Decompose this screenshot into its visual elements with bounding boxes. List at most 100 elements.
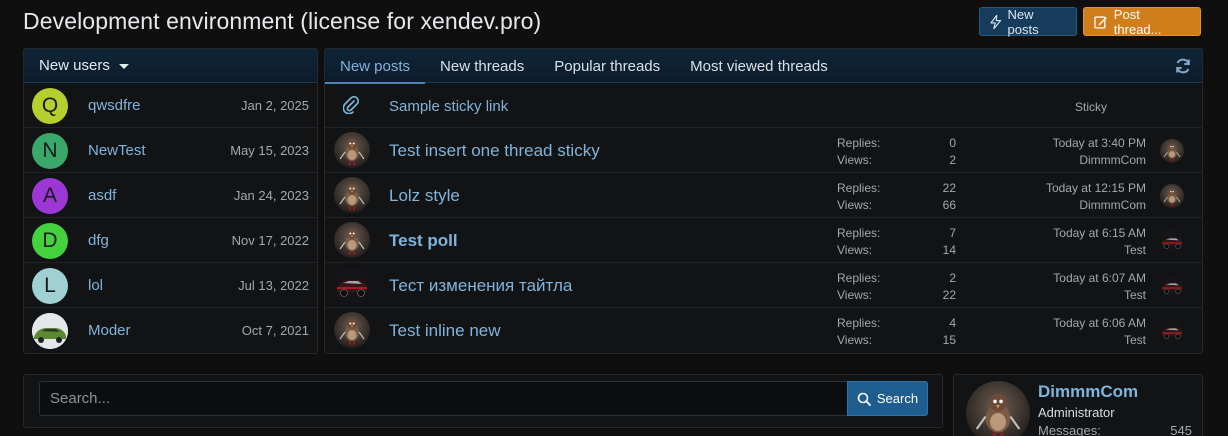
tab-popular-threads[interactable]: Popular threads <box>539 49 675 83</box>
page-title: Development environment (license for xen… <box>23 8 542 34</box>
thread-list: Test insert one thread sticky Replies: 0 Vi… <box>325 128 1202 353</box>
avatar-initial: Q <box>41 94 59 117</box>
thread-row: Тест изменения тайтла Replies: 2 Views: 22 To… <box>325 263 1202 308</box>
thread-title-link[interactable]: Test inline new <box>389 321 501 341</box>
user-name-link[interactable]: dfg <box>88 232 109 249</box>
member-name[interactable]: DimmmCom <box>1038 382 1138 402</box>
thread-author-avatar[interactable] <box>334 222 370 258</box>
views-label: Views: <box>837 153 873 167</box>
views-count: 22 <box>942 288 956 302</box>
thread-author-avatar[interactable] <box>334 267 370 303</box>
last-post-user[interactable]: Test <box>1124 243 1146 257</box>
thread-author-avatar[interactable] <box>334 132 370 168</box>
last-post-time[interactable]: Today at 12:15 PM <box>1046 181 1146 195</box>
thread-tabs: New posts New threads Popular threads Most … <box>325 49 1202 84</box>
last-post-user[interactable]: Test <box>1124 288 1146 302</box>
last-poster-avatar[interactable] <box>1160 184 1184 208</box>
user-name-link[interactable]: NewTest <box>88 142 146 159</box>
views-count: 15 <box>942 333 956 347</box>
search-button[interactable]: Search <box>847 381 928 416</box>
sticky-link-title[interactable]: Sample sticky link <box>389 98 508 115</box>
replies-count: 22 <box>942 181 956 195</box>
user-avatar[interactable]: Q <box>32 88 68 124</box>
user-avatar[interactable]: A <box>32 178 68 214</box>
member-avatar[interactable] <box>966 381 1030 436</box>
user-row: Moder Oct 7, 2021 <box>24 308 317 353</box>
member-messages-value: 545 <box>1170 423 1192 436</box>
post-thread-button[interactable]: Post thread... <box>1083 6 1201 37</box>
refresh-icon[interactable] <box>1174 57 1192 75</box>
thread-title-link[interactable]: Тест изменения тайтла <box>389 276 572 296</box>
thread-title-link[interactable]: Lolz style <box>389 186 460 206</box>
user-name-link[interactable]: qwsdfre <box>88 97 141 114</box>
member-card: DimmmCom Administrator Messages: 545 <box>953 374 1203 436</box>
replies-label: Replies: <box>837 316 881 330</box>
views-label: Views: <box>837 333 873 347</box>
sticky-badge: Sticky <box>1075 100 1108 114</box>
user-row: Llol Jul 13, 2022 <box>24 263 317 308</box>
thread-row: Test insert one thread sticky Replies: 0 Vi… <box>325 128 1202 173</box>
views-count: 14 <box>942 243 956 257</box>
user-join-date: Jan 24, 2023 <box>233 188 309 203</box>
paperclip-icon <box>343 96 359 114</box>
tab-most-viewed-threads[interactable]: Most viewed threads <box>675 49 843 83</box>
last-post-time[interactable]: Today at 6:07 AM <box>1053 271 1146 285</box>
thread-row: Test poll Replies: 7 Views: 14 Today at 6:15 … <box>325 218 1202 263</box>
thread-author-avatar[interactable] <box>334 312 370 348</box>
user-name-link[interactable]: lol <box>88 277 103 294</box>
last-post-time[interactable]: Today at 6:15 AM <box>1053 226 1146 240</box>
replies-label: Replies: <box>837 181 881 195</box>
user-row: Ddfg Nov 17, 2022 <box>24 218 317 263</box>
user-name-link[interactable]: asdf <box>88 187 116 204</box>
thread-author-avatar[interactable] <box>334 177 370 213</box>
thread-row: Lolz style Replies: 22 Views: 66 Today at 12:… <box>325 173 1202 218</box>
user-avatar[interactable]: N <box>32 133 68 169</box>
user-join-date: May 15, 2023 <box>230 143 309 158</box>
last-poster-avatar[interactable] <box>1160 274 1184 298</box>
tab-new-threads[interactable]: New threads <box>425 49 539 83</box>
new-users-dropdown[interactable]: New users <box>24 49 317 83</box>
user-row: N NewTest May 15, 2023 <box>24 128 317 173</box>
user-avatar[interactable]: D <box>32 223 68 259</box>
views-label: Views: <box>837 288 873 302</box>
views-count: 2 <box>949 153 956 167</box>
user-join-date: Nov 17, 2022 <box>231 233 309 248</box>
user-avatar[interactable]: L <box>32 268 68 304</box>
replies-label: Replies: <box>837 136 881 150</box>
last-poster-avatar[interactable] <box>1160 319 1184 343</box>
user-avatar[interactable] <box>32 313 68 349</box>
avatar-initial: N <box>42 139 58 162</box>
last-post-user[interactable]: DimmmCom <box>1079 153 1146 167</box>
sticky-link-row: Sample sticky link Sticky <box>325 83 1202 128</box>
thread-row: Test inline new Replies: 4 Views: 15 Today at… <box>325 308 1202 353</box>
edit-icon <box>1094 15 1107 29</box>
replies-count: 4 <box>949 316 956 330</box>
user-row: Aasdf Jan 24, 2023 <box>24 173 317 218</box>
last-post-user[interactable]: Test <box>1124 333 1146 347</box>
last-post-time[interactable]: Today at 3:40 PM <box>1053 136 1146 150</box>
user-join-date: Jul 13, 2022 <box>238 278 309 293</box>
last-poster-avatar[interactable] <box>1160 229 1184 253</box>
replies-count: 7 <box>949 226 956 240</box>
search-button-label: Search <box>876 391 919 406</box>
views-count: 66 <box>942 198 956 212</box>
thread-title-link[interactable]: Test insert one thread sticky <box>389 141 600 161</box>
post-thread-label: Post thread... <box>1113 6 1162 37</box>
threads-widget: New posts New threads Popular threads Most … <box>324 48 1203 354</box>
user-name-link[interactable]: Moder <box>88 322 131 339</box>
last-post-user[interactable]: DimmmCom <box>1079 198 1146 212</box>
user-join-date: Jan 2, 2025 <box>241 98 309 113</box>
user-list: Qqwsdfre Jan 2, 2025 N NewTest May 15, 2023 A… <box>24 83 317 353</box>
new-users-widget: New users Qqwsdfre Jan 2, 2025 N NewTest May… <box>23 48 318 354</box>
new-posts-button[interactable]: New posts <box>979 7 1077 37</box>
replies-label: Replies: <box>837 271 881 285</box>
member-role: Administrator <box>1038 405 1115 420</box>
last-poster-avatar[interactable] <box>1160 139 1184 163</box>
search-input[interactable] <box>39 381 849 416</box>
user-join-date: Oct 7, 2021 <box>241 323 309 338</box>
last-post-time[interactable]: Today at 6:06 AM <box>1053 316 1146 330</box>
thread-title-link[interactable]: Test poll <box>389 231 458 251</box>
tab-new-posts[interactable]: New posts <box>325 49 426 84</box>
member-messages-label: Messages: <box>1038 423 1101 436</box>
avatar-initial: A <box>42 184 57 207</box>
